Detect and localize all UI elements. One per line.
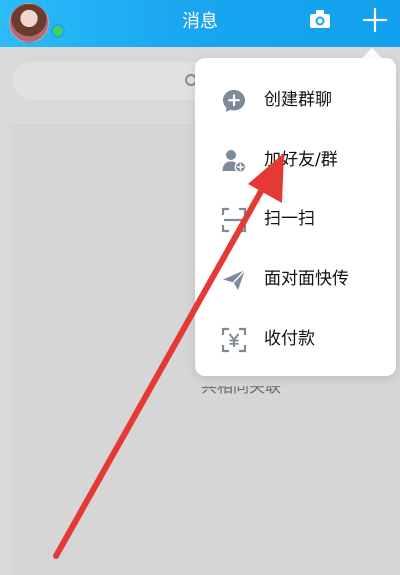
add-friend-icon [222,150,247,173]
menu-item-label: 创建群聊 [264,90,332,110]
menu-caret [362,48,382,58]
menu-item-label: 扫一扫 [264,209,315,229]
menu-item-payment[interactable]: 收付款 [195,309,396,369]
online-status-dot [51,24,65,38]
payment-icon [221,327,247,353]
plus-icon[interactable] [362,7,388,33]
menu-item-add-friend[interactable]: 加好友/群 [195,130,396,190]
menu-item-create-group-chat[interactable]: 创建群聊 [195,70,396,130]
plus-dropdown-menu: 创建群聊 加好友/群 扫一扫 面对面快传 收付款 [195,58,396,376]
send-icon [223,269,246,290]
menu-item-label: 面对面快传 [264,269,349,289]
chat-plus-icon [223,90,245,112]
scan-icon [221,207,247,233]
menu-item-scan[interactable]: 扫一扫 [195,189,396,249]
menu-item-face-to-face-transfer[interactable]: 面对面快传 [195,249,396,309]
avatar[interactable] [9,3,49,43]
camera-icon[interactable] [309,9,331,29]
top-bar: 消息 [0,0,400,47]
menu-item-label: 加好友/群 [264,150,338,170]
menu-item-label: 收付款 [264,329,315,349]
